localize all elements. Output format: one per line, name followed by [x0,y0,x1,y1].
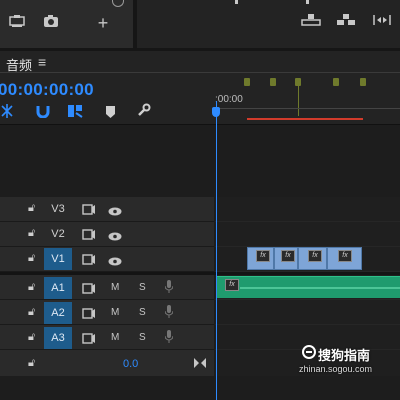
monitor-edge-mark [306,0,309,4]
track-label-v2[interactable]: V2 [44,223,72,245]
plus-icon[interactable]: + [94,14,112,32]
watermark-url: zhinan.sogou.com [299,364,373,374]
camera-icon[interactable] [41,14,61,32]
track-label-v3[interactable]: V3 [44,198,72,220]
track-label-a1[interactable]: A1 [44,277,72,299]
eye-icon[interactable] [108,228,122,246]
extract-icon[interactable] [335,13,357,31]
eye-icon[interactable] [108,203,122,221]
sogou-logo-icon [302,345,316,364]
ruler-start-label: :00:00 [215,94,243,105]
lock-icon[interactable]: 🔓︎ [28,357,35,370]
sync-lock-icon[interactable] [82,281,96,299]
playhead-line[interactable] [216,101,217,400]
track-area-v2[interactable] [215,222,400,247]
header-divider [0,72,400,73]
mute-button[interactable]: M [111,307,119,318]
mute-button[interactable]: M [111,282,119,293]
magnet-icon[interactable] [36,104,50,123]
solo-button[interactable]: S [139,307,146,318]
marker-icon[interactable] [244,78,250,86]
marker-icon[interactable] [295,78,301,86]
fx-badge-icon[interactable]: fx [281,250,295,262]
marker-icon[interactable] [106,105,115,123]
work-area-bar[interactable] [247,118,363,120]
tracks-empty-space [0,125,400,197]
monitor-edge-mark [235,0,238,4]
audio-waveform [240,287,400,289]
marker-icon[interactable] [333,78,339,86]
solo-button[interactable]: S [139,332,146,343]
sync-lock-icon[interactable] [82,331,96,349]
sync-lock-icon[interactable] [82,306,96,324]
go-to-in-out-icon[interactable] [194,355,206,373]
track-area-a2[interactable] [215,300,400,325]
marker-stem [298,86,299,116]
fx-badge-icon[interactable]: fx [338,250,352,262]
microphone-icon[interactable] [164,305,174,323]
track-area-v3[interactable] [215,197,400,222]
sync-lock-icon[interactable] [82,227,96,245]
marker-icon[interactable] [270,78,276,86]
sync-lock-icon[interactable] [82,252,96,270]
lock-icon[interactable]: 🔓︎ [28,306,35,319]
solo-button[interactable]: S [139,282,146,293]
trim-icon[interactable] [371,13,393,31]
track-label-v1[interactable]: V1 [44,248,72,270]
marker-icon[interactable] [360,78,366,86]
master-volume-value[interactable]: 0.0 [123,358,138,370]
microphone-icon[interactable] [164,330,174,348]
lock-icon[interactable]: 🔓︎ [28,331,35,344]
hamburger-menu-icon[interactable]: ≡ [38,54,46,70]
watermark-title: 搜狗指南 [318,348,371,363]
lift-icon[interactable] [300,13,322,31]
tracks-bottom-space [0,376,400,400]
fx-badge-icon[interactable]: fx [225,279,239,291]
lock-icon[interactable]: 🔓︎ [28,252,35,265]
lock-icon[interactable]: 🔓︎ [28,227,35,240]
lock-icon[interactable]: 🔓︎ [28,202,35,215]
program-monitor-bottom [137,0,400,48]
snap-icon[interactable] [0,104,14,123]
linked-selection-icon[interactable] [67,104,83,123]
time-ruler[interactable] [215,108,400,109]
eye-icon[interactable] [108,253,122,271]
wrench-icon[interactable] [136,103,151,123]
playhead-handle[interactable] [212,107,220,117]
folder-icon[interactable] [7,14,27,32]
fx-badge-icon[interactable]: fx [308,250,322,262]
microphone-icon[interactable] [164,280,174,298]
timecode-display[interactable]: 00:00:00:00 [0,80,94,100]
fx-badge-icon[interactable]: fx [256,250,270,262]
mute-button[interactable]: M [111,332,119,343]
lock-icon[interactable]: 🔓︎ [28,281,35,294]
track-label-a2[interactable]: A2 [44,302,72,324]
sync-lock-icon[interactable] [82,202,96,220]
track-label-a3[interactable]: A3 [44,327,72,349]
